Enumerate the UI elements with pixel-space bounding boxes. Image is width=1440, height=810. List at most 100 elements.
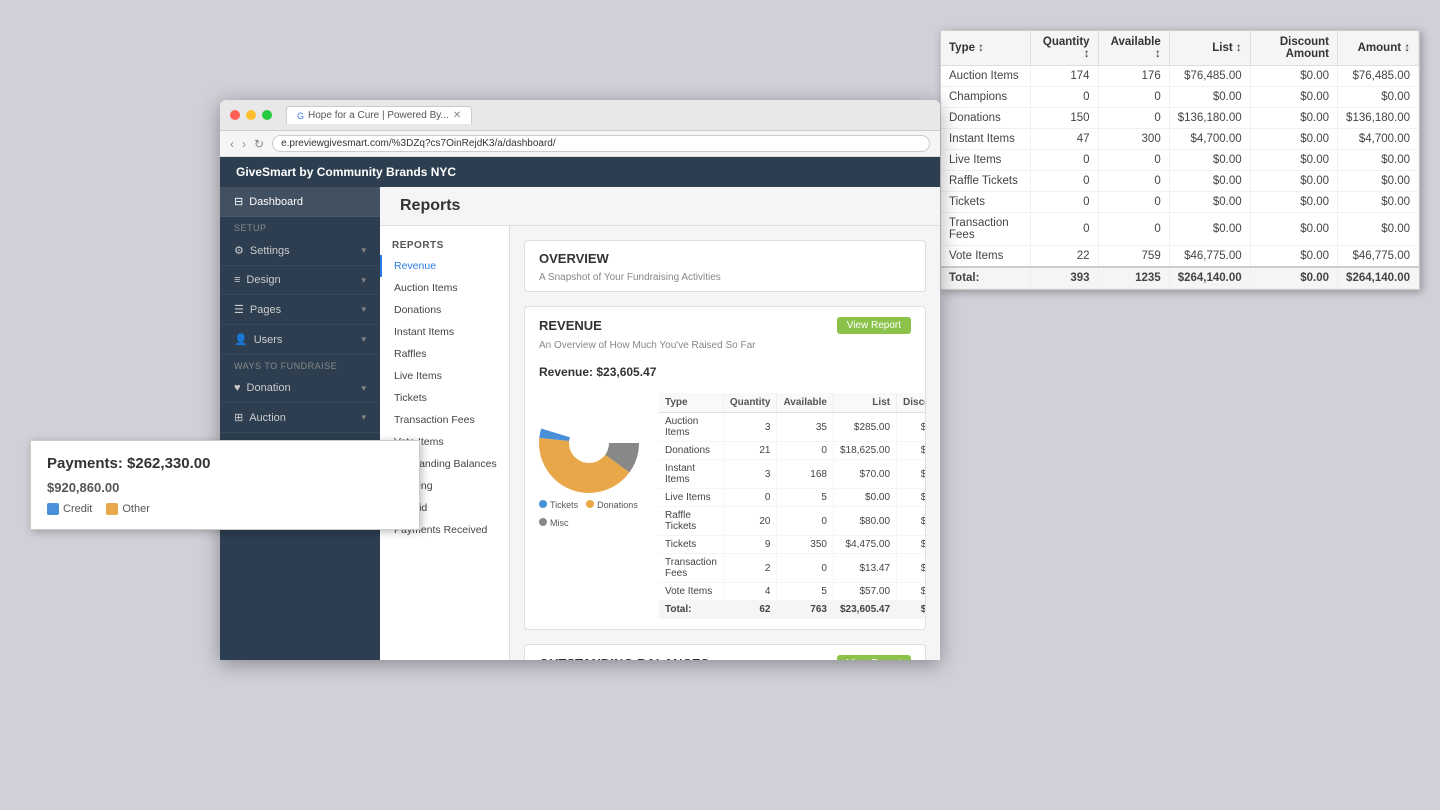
- table-cell: 0: [777, 442, 834, 460]
- table-cell: $4,700.00: [1169, 129, 1250, 150]
- table-row: Raffle Tickets200$80.00$0.00$80.00: [659, 507, 926, 536]
- sidebar-label-auction: ⊞ Auction: [234, 411, 286, 424]
- sidebar-item-auction[interactable]: ⊞Auction▾: [220, 403, 380, 433]
- table-cell: Auction Items: [659, 413, 723, 442]
- col-available[interactable]: Available ↕: [1098, 31, 1169, 66]
- table-cell: 300: [1098, 129, 1169, 150]
- table-cell: $285.00: [833, 413, 896, 442]
- revenue-amount: Revenue: $23,605.47: [525, 359, 925, 385]
- chevron-icon-users: ▾: [361, 334, 366, 345]
- total-cell: $264,140.00: [1169, 267, 1250, 289]
- revenue-header: REVENUE View Report: [525, 307, 925, 340]
- reports-nav-item-live-items[interactable]: Live Items: [380, 365, 509, 387]
- table-cell: 150: [1030, 108, 1098, 129]
- col-quantity[interactable]: Quantity ↕: [1030, 31, 1098, 66]
- balances-title: OUTSTANDING BALANCES: [539, 656, 709, 660]
- table-cell: $0.00: [1169, 150, 1250, 171]
- sidebar-text-dashboard: Dashboard: [249, 196, 303, 208]
- reports-nav-item-instant-items[interactable]: Instant Items: [380, 321, 509, 343]
- table-cell: 759: [1098, 246, 1169, 268]
- table-cell: $0.00: [1250, 108, 1337, 129]
- sidebar-item-dashboard[interactable]: ⊟ Dashboard: [220, 187, 380, 217]
- revenue-card: REVENUE View Report An Overview of How M…: [524, 306, 926, 630]
- sidebar-icon-design: ≡: [234, 274, 240, 286]
- table-cell: 3: [723, 413, 777, 442]
- table-cell: 0: [1098, 108, 1169, 129]
- reports-nav-item-revenue[interactable]: Revenue: [380, 255, 509, 277]
- table-cell: $0.00: [1338, 192, 1419, 213]
- forward-button[interactable]: ›: [242, 137, 246, 151]
- sidebar-item-design[interactable]: ≡Design▾: [220, 266, 380, 295]
- table-row: Live Items00$0.00$0.00$0.00: [941, 150, 1419, 171]
- table-cell: Vote Items: [941, 246, 1030, 268]
- col-header-available[interactable]: Available: [777, 393, 834, 413]
- back-button[interactable]: ‹: [230, 137, 234, 151]
- reports-nav-item-tickets[interactable]: Tickets: [380, 387, 509, 409]
- table-cell: 9: [723, 536, 777, 554]
- reports-nav-item-raffles[interactable]: Raffles: [380, 343, 509, 365]
- table-cell: 0: [1098, 87, 1169, 108]
- col-amount[interactable]: Amount ↕: [1338, 31, 1419, 66]
- table-cell: 0: [1098, 213, 1169, 246]
- close-button[interactable]: [230, 110, 240, 120]
- table-cell: Champions: [941, 87, 1030, 108]
- chevron-icon-design: ▾: [361, 275, 366, 286]
- tab-close-button[interactable]: ✕: [453, 110, 461, 121]
- revenue-subtitle: An Overview of How Much You've Raised So…: [525, 340, 925, 359]
- col-type[interactable]: Type ↕: [941, 31, 1030, 66]
- table-cell: 174: [1030, 66, 1098, 87]
- table-cell: $57.00: [833, 583, 896, 601]
- total-cell: 763: [777, 601, 834, 619]
- overview-subtitle: A Snapshot of Your Fundraising Activitie…: [525, 272, 925, 291]
- table-cell: $0.00: [897, 442, 926, 460]
- col-header-discount[interactable]: Discount: [897, 393, 926, 413]
- reports-nav-item-transaction-fees[interactable]: Transaction Fees: [380, 409, 509, 431]
- sidebar-item-pages[interactable]: ☰Pages▾: [220, 295, 380, 325]
- total-cell: Total:: [659, 601, 723, 619]
- sidebar-text-auction: Auction: [249, 412, 286, 424]
- col-discount[interactable]: Discount Amount: [1250, 31, 1337, 66]
- sidebar-icon-dashboard: ⊟: [234, 195, 243, 208]
- col-list[interactable]: List ↕: [1169, 31, 1250, 66]
- col-header-type[interactable]: Type: [659, 393, 723, 413]
- main-content: Reports REPORTS RevenueAuction ItemsDona…: [380, 187, 940, 660]
- sidebar-icon-auction: ⊞: [234, 411, 243, 424]
- sidebar-section-ways-label: WAYS TO FUNDRAISE: [220, 355, 380, 374]
- sidebar-item-users[interactable]: 👤Users▾: [220, 325, 380, 355]
- legend-misc: Misc: [539, 518, 569, 528]
- revenue-pie-svg: [539, 393, 639, 493]
- reports-nav-item-auction-items[interactable]: Auction Items: [380, 277, 509, 299]
- table-cell: 3: [723, 460, 777, 489]
- table-cell: $0.00: [1250, 129, 1337, 150]
- pie-legend: Tickets Donations Misc: [539, 496, 649, 532]
- table-cell: 22: [1030, 246, 1098, 268]
- table-cell: 0: [1030, 87, 1098, 108]
- table-cell: 20: [723, 507, 777, 536]
- table-cell: $0.00: [833, 489, 896, 507]
- table-cell: $0.00: [897, 554, 926, 583]
- reports-layout: REPORTS RevenueAuction ItemsDonationsIns…: [380, 226, 940, 660]
- address-bar[interactable]: e.previewgivesmart.com/%3DZq?cs7OinRejdK…: [272, 135, 930, 152]
- table-cell: Live Items: [659, 489, 723, 507]
- overview-header: OVERVIEW: [525, 241, 925, 272]
- table-row: Live Items05$0.00$0.00$0.00: [659, 489, 926, 507]
- reload-button[interactable]: ↻: [254, 137, 264, 151]
- app-name: GiveSmart by Community Brands NYC: [236, 165, 456, 179]
- balances-view-report-button[interactable]: View Report: [837, 655, 911, 660]
- table-cell: $0.00: [897, 507, 926, 536]
- sidebar-item-settings[interactable]: ⚙Settings▾: [220, 236, 380, 266]
- minimize-button[interactable]: [246, 110, 256, 120]
- table-cell: $0.00: [1250, 246, 1337, 268]
- col-header-list[interactable]: List: [833, 393, 896, 413]
- table-cell: 0: [1098, 150, 1169, 171]
- chevron-icon-pages: ▾: [361, 304, 366, 315]
- col-header-quantity[interactable]: Quantity: [723, 393, 777, 413]
- sidebar-item-donation[interactable]: ♥Donation▾: [220, 374, 380, 403]
- reports-nav-item-donations[interactable]: Donations: [380, 299, 509, 321]
- browser-tab[interactable]: G Hope for a Cure | Powered By... ✕: [286, 106, 472, 124]
- maximize-button[interactable]: [262, 110, 272, 120]
- table-cell: $0.00: [1250, 150, 1337, 171]
- revenue-view-report-button[interactable]: View Report: [837, 317, 911, 334]
- table-cell: 35: [777, 413, 834, 442]
- revenue-table: TypeQuantityAvailableListDiscountAmountA…: [659, 393, 926, 619]
